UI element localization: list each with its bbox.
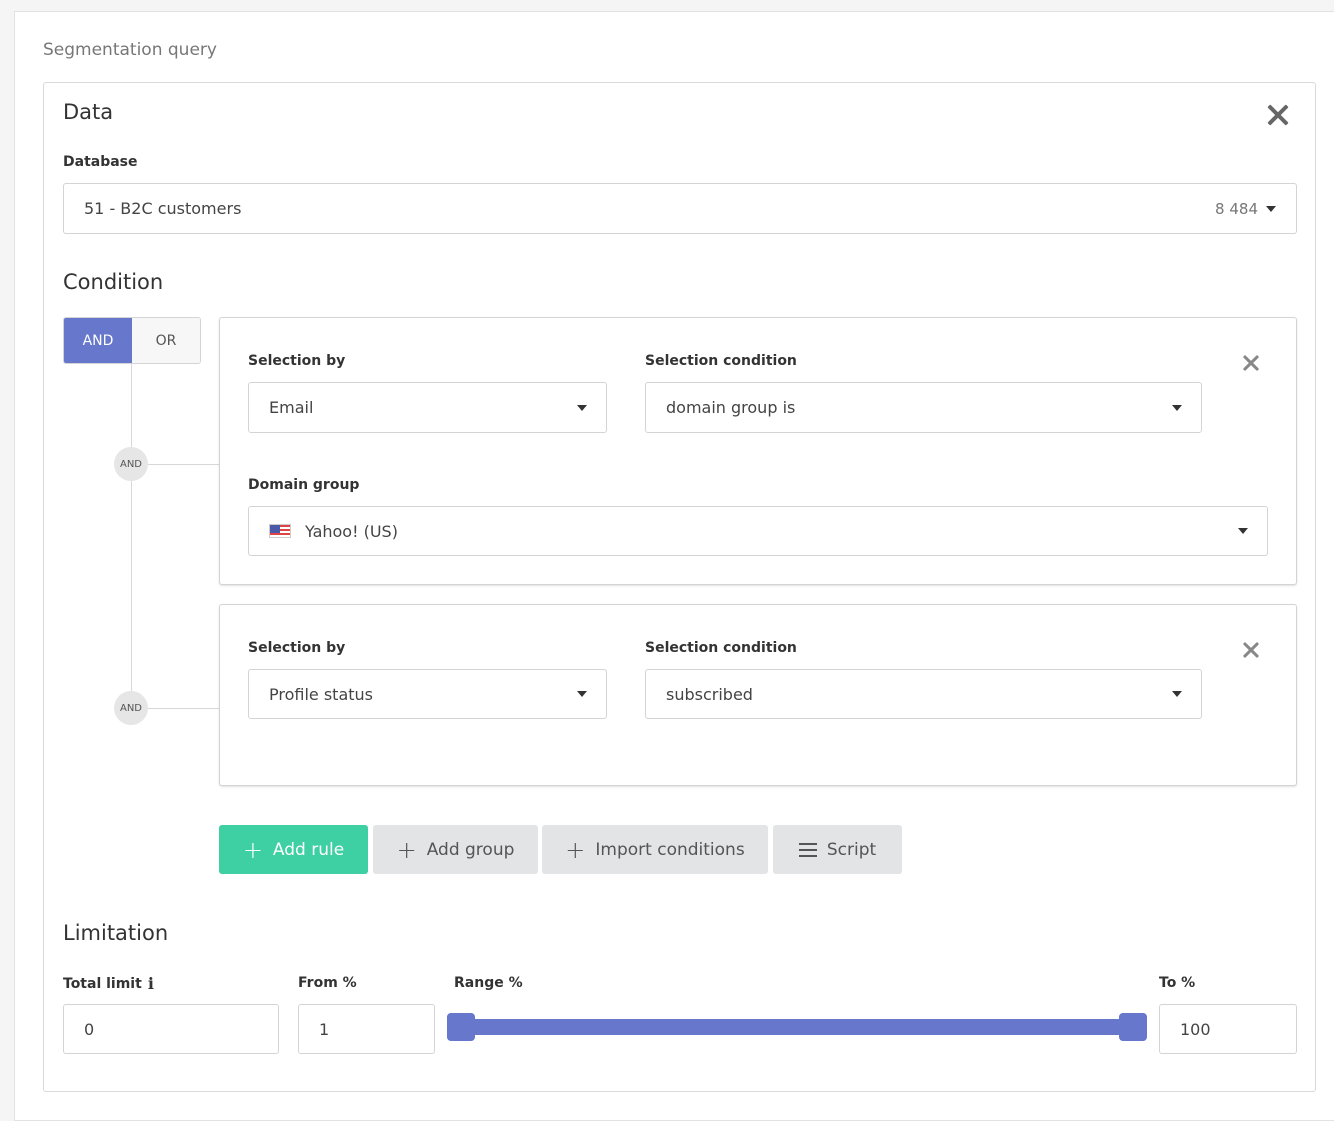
total-limit-value: 0 [84,1019,95,1039]
remove-rule-icon[interactable] [1241,640,1261,660]
import-conditions-button[interactable]: + Import conditions [542,825,768,874]
selection-condition-label: Selection condition [645,640,797,656]
selection-by-label: Selection by [248,640,346,656]
chevron-down-icon [577,404,587,411]
to-percent-label: To % [1159,975,1196,991]
and-or-toggle: AND OR [63,317,201,364]
add-rule-button[interactable]: + Add rule [219,825,368,874]
range-slider-max-handle[interactable] [1119,1013,1147,1041]
script-label: Script [826,839,877,860]
selection-condition-select[interactable]: domain group is [645,382,1202,433]
from-percent-value: 1 [319,1019,330,1039]
remove-rule-icon[interactable] [1241,353,1261,373]
range-percent-label: Range % [454,975,523,991]
from-percent-label: From % [298,975,357,991]
page-title: Segmentation query [43,40,217,60]
database-value: 51 - B2C customers [84,199,242,218]
chevron-down-icon [1172,404,1182,411]
chevron-down-icon [577,691,587,697]
domain-group-select[interactable]: Yahoo! (US) [248,506,1268,556]
selection-by-select[interactable]: Email [248,382,607,433]
selection-condition-label: Selection condition [645,353,797,369]
import-conditions-label: Import conditions [595,839,745,860]
chevron-down-icon [1238,528,1248,534]
selection-condition-value: subscribed [666,684,753,704]
add-rule-label: Add rule [272,839,345,860]
database-count: 8 484 [1215,199,1258,218]
and-connector-node: AND [114,691,148,725]
and-connector-node: AND [114,447,148,481]
database-select[interactable]: 51 - B2C customers 8 484 [63,183,1297,234]
range-slider-track[interactable] [449,1019,1141,1035]
plus-icon: + [396,835,417,864]
plus-icon: + [242,835,263,864]
and-toggle-button[interactable]: AND [64,318,132,363]
script-button[interactable]: Script [773,825,902,874]
data-section-title: Data [63,100,114,124]
to-percent-value: 100 [1180,1019,1211,1039]
add-group-button[interactable]: + Add group [373,825,538,874]
selection-by-value: Email [269,398,314,417]
total-limit-label: Total limit [63,975,142,992]
selection-by-label: Selection by [248,353,346,369]
plus-icon: + [565,835,586,864]
close-icon[interactable] [1265,102,1291,128]
list-icon [798,842,817,857]
limitation-section-title: Limitation [63,921,169,945]
add-group-label: Add group [426,839,515,860]
total-limit-input[interactable]: 0 [63,1004,279,1054]
to-percent-input[interactable]: 100 [1159,1004,1297,1054]
total-limit-label-row: Total limit i [63,974,154,993]
domain-group-value: Yahoo! (US) [305,521,398,541]
info-icon[interactable]: i [148,974,154,993]
selection-by-value: Profile status [269,684,373,704]
condition-section-title: Condition [63,270,164,294]
chevron-down-icon [1266,205,1276,212]
range-slider-min-handle[interactable] [447,1013,475,1041]
us-flag-icon [269,524,291,538]
chevron-down-icon [1172,691,1182,697]
database-label: Database [63,154,138,170]
domain-group-label: Domain group [248,477,360,493]
selection-condition-value: domain group is [666,398,796,417]
selection-by-select[interactable]: Profile status [248,669,607,719]
tree-connector-line [131,364,132,708]
or-toggle-button[interactable]: OR [132,318,200,363]
from-percent-input[interactable]: 1 [298,1004,435,1054]
selection-condition-select[interactable]: subscribed [645,669,1202,719]
